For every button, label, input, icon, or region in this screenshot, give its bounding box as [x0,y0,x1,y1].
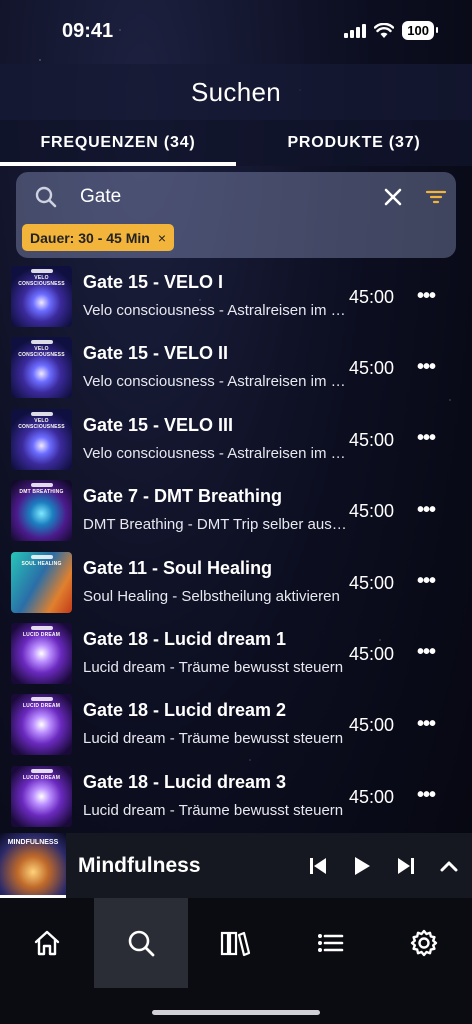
play-icon[interactable] [349,853,375,879]
track-artwork: DMT BREATHING [11,480,72,542]
mini-player[interactable]: MINDFULNESS Mindfulness [0,833,472,898]
search-input[interactable] [80,182,360,212]
track-title: Gate 7 - DMT Breathing [83,486,283,507]
more-options-icon[interactable]: ••• [414,427,438,449]
filter-chip-duration[interactable]: Dauer: 30 - 45 Min × [22,224,175,251]
more-options-icon[interactable]: ••• [414,570,438,592]
list-icon [318,934,344,952]
skip-back-icon[interactable] [305,853,331,879]
track-title: Gate 15 - VELO III [83,414,234,435]
search-panel: Dauer: 30 - 45 Min × [16,172,456,258]
track-title: Gate 15 - VELO I [83,272,224,292]
track-subtitle: Lucid dream - Träume bewusst steuern [83,658,344,676]
track-subtitle: Velo consciousness - Astralreisen im Kla… [83,444,347,462]
filter-icon[interactable] [424,186,448,208]
list-item[interactable]: LUCID DREAM Gate 18 - Lucid dream 1 Luci… [0,619,472,690]
player-artwork: MINDFULNESS [0,833,66,898]
track-duration: 45:00 [349,715,395,736]
battery-icon: 100 [402,21,438,40]
track-subtitle: DMT Breathing - DMT Trip selber auslösen [83,516,347,534]
track-title: Gate 15 - VELO II [83,343,229,364]
list-item[interactable]: LUCID DREAM Gate 18 - Lucid dream 2 Luci… [0,690,472,761]
filter-chip-label: Dauer: 30 - 45 Min [30,229,150,246]
track-title: Gate 11 - Soul Healing [83,557,273,578]
track-duration: 45:00 [349,429,395,450]
track-duration: 45:00 [349,358,395,379]
track-title: Gate 18 - Lucid dream 2 [83,700,287,721]
close-icon[interactable] [380,184,406,210]
page-title: Suchen [191,76,281,107]
track-artwork: VELO CONSCIOUSNESS [11,266,72,327]
track-artwork: LUCID DREAM [11,694,72,756]
tab-bar: FREQUENZEN (34) PRODUKTE (37) [0,120,472,166]
track-duration: 45:00 [349,501,395,522]
search-icon [35,186,57,208]
list-item[interactable]: SOUL HEALING Gate 11 - Soul Healing Soul… [0,548,472,619]
track-artwork: VELO CONSCIOUSNESS [11,408,72,470]
track-subtitle: Velo consciousness - Astralreisen im Kla… [83,373,347,391]
search-icon [128,930,155,957]
player-title: Mindfulness [78,854,201,877]
track-artwork: LUCID DREAM [11,765,72,827]
nav-settings[interactable] [377,898,471,988]
tab-produkte[interactable]: PRODUKTE (37) [236,120,472,166]
track-duration: 45:00 [349,786,395,807]
track-subtitle: Velo consciousness - Astralreisen im Kla… [83,302,347,319]
more-options-icon[interactable]: ••• [414,784,438,806]
status-bar: 09:41 100 [0,0,472,64]
home-icon [34,930,60,956]
list-item[interactable]: VELO CONSCIOUSNESS Gate 15 - VELO III Ve… [0,405,472,476]
more-options-icon[interactable]: ••• [414,285,438,307]
more-options-icon[interactable]: ••• [414,356,438,378]
track-artwork: LUCID DREAM [11,622,72,684]
more-options-icon[interactable]: ••• [414,713,438,735]
status-time: 09:41 [62,20,114,42]
status-icons: 100 [344,21,438,40]
nav-playlists[interactable] [283,898,377,988]
signal-icon [344,23,367,38]
chip-remove-icon[interactable]: × [158,230,166,246]
home-indicator [152,1010,320,1015]
page-header: Suchen [0,64,472,120]
tab-frequenzen[interactable]: FREQUENZEN (34) [0,120,236,166]
results-list: VELO CONSCIOUSNESS Gate 15 - VELO I Velo… [0,262,472,833]
track-artwork: SOUL HEALING [11,551,72,613]
list-item[interactable]: VELO CONSCIOUSNESS Gate 15 - VELO I Velo… [0,262,472,333]
track-subtitle: Lucid dream - Träume bewusst steuern [83,730,344,748]
track-subtitle: Lucid dream - Träume bewusst steuern [83,801,344,819]
track-duration: 45:00 [349,572,395,593]
more-options-icon[interactable]: ••• [414,499,438,521]
list-item[interactable]: LUCID DREAM Gate 18 - Lucid dream 3 Luci… [0,762,472,833]
track-title: Gate 18 - Lucid dream 3 [83,771,287,792]
track-title: Gate 18 - Lucid dream 1 [83,628,287,649]
track-duration: 45:00 [349,643,395,664]
list-item[interactable]: DMT BREATHING Gate 7 - DMT Breathing DMT… [0,476,472,547]
more-options-icon[interactable]: ••• [414,641,438,663]
track-duration: 45:00 [349,287,395,307]
wifi-icon [374,23,395,38]
library-icon [220,931,251,957]
chevron-up-icon[interactable] [436,853,462,879]
track-subtitle: Soul Healing - Selbstheilung aktivieren [83,587,340,605]
list-item[interactable]: VELO CONSCIOUSNESS Gate 15 - VELO II Vel… [0,333,472,404]
skip-forward-icon[interactable] [393,853,419,879]
nav-search[interactable] [94,898,188,988]
track-artwork: VELO CONSCIOUSNESS [11,337,72,399]
nav-library[interactable] [188,898,282,988]
nav-home[interactable] [0,898,94,988]
gear-icon [410,929,438,957]
bottom-nav [0,898,472,1024]
